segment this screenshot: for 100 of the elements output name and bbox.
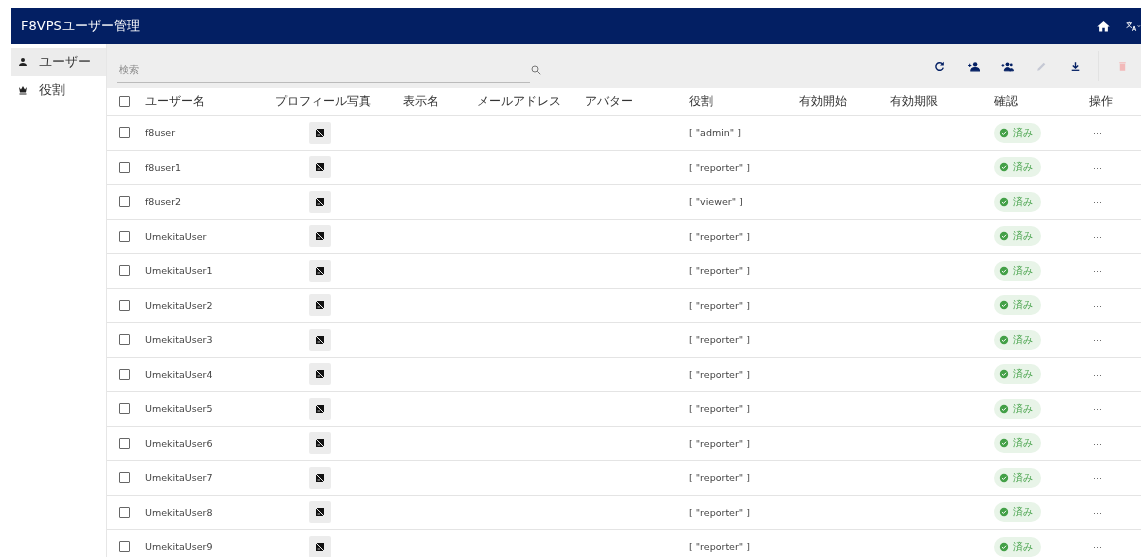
no-photo-icon <box>309 121 331 144</box>
verified-label: 済み <box>1013 505 1033 520</box>
more-button[interactable]: ··· <box>1089 438 1106 449</box>
username-cell: UmekitaUser9 <box>145 541 213 553</box>
more-button[interactable]: ··· <box>1089 266 1106 277</box>
no-photo-icon <box>309 328 331 351</box>
row-checkbox[interactable] <box>119 161 130 173</box>
role-cell: [ "reporter" ] <box>689 541 750 553</box>
row-checkbox[interactable] <box>119 506 130 518</box>
verified-label: 済み <box>1013 367 1033 382</box>
sidebar-item[interactable]: 役割 <box>11 76 106 104</box>
verified-label: 済み <box>1013 332 1033 347</box>
username-cell: UmekitaUser6 <box>145 437 213 449</box>
check-circle-icon <box>999 472 1009 483</box>
row-checkbox[interactable] <box>119 127 130 139</box>
search-icon <box>530 64 542 76</box>
role-cell: [ "reporter" ] <box>689 230 750 242</box>
home-icon[interactable] <box>1096 18 1111 34</box>
check-circle-icon <box>999 541 1009 552</box>
select-all-checkbox[interactable] <box>119 96 130 107</box>
check-circle-icon <box>999 507 1009 518</box>
username-cell: UmekitaUser3 <box>145 334 213 346</box>
check-circle-icon <box>999 162 1009 173</box>
role-cell: [ "reporter" ] <box>689 506 750 518</box>
username-cell: UmekitaUser <box>145 230 207 242</box>
role-cell: [ "reporter" ] <box>689 437 750 449</box>
verified-label: 済み <box>1013 436 1033 451</box>
verified-label: 済み <box>1013 229 1033 244</box>
role-cell: [ "reporter" ] <box>689 299 750 311</box>
username-cell: UmekitaUser4 <box>145 368 213 380</box>
no-photo-icon <box>309 225 331 248</box>
person-icon <box>17 56 29 68</box>
verified-label: 済み <box>1013 298 1033 313</box>
more-button[interactable]: ··· <box>1089 128 1106 139</box>
row-checkbox[interactable] <box>119 368 130 380</box>
no-photo-icon <box>309 190 331 213</box>
username-cell: f8user2 <box>145 196 182 208</box>
no-photo-icon <box>309 432 331 455</box>
role-cell: [ "viewer" ] <box>689 196 743 208</box>
more-button[interactable]: ··· <box>1089 369 1106 380</box>
verified-label: 済み <box>1013 470 1033 485</box>
role-cell: [ "reporter" ] <box>689 403 750 415</box>
column-header: ユーザー名 <box>145 94 205 108</box>
more-button[interactable]: ··· <box>1089 162 1106 173</box>
row-checkbox[interactable] <box>119 472 130 484</box>
no-photo-icon <box>309 466 331 489</box>
column-header: 役割 <box>689 94 713 108</box>
check-circle-icon <box>999 403 1009 414</box>
crown-icon <box>17 84 29 96</box>
more-button[interactable]: ··· <box>1089 300 1106 311</box>
check-circle-icon <box>999 127 1009 138</box>
row-checkbox[interactable] <box>119 437 130 449</box>
no-photo-icon <box>309 363 331 386</box>
more-button[interactable]: ··· <box>1089 404 1106 415</box>
row-checkbox[interactable] <box>119 334 130 346</box>
column-header: 確認 <box>994 94 1018 108</box>
username-cell: UmekitaUser8 <box>145 506 213 518</box>
column-header: メールアドレス <box>477 94 561 108</box>
row-checkbox[interactable] <box>119 299 130 311</box>
column-header: アバター <box>585 94 633 108</box>
username-cell: f8user <box>145 127 176 139</box>
row-checkbox[interactable] <box>119 196 130 208</box>
sidebar-item[interactable]: ユーザー <box>11 48 106 76</box>
username-cell: UmekitaUser1 <box>145 265 213 277</box>
check-circle-icon <box>999 369 1009 380</box>
add-group-icon <box>1000 59 1014 73</box>
more-button[interactable]: ··· <box>1089 335 1106 346</box>
no-photo-icon <box>309 535 331 557</box>
username-cell: f8user1 <box>145 161 182 173</box>
row-checkbox[interactable] <box>119 265 130 277</box>
column-header: 操作 <box>1089 94 1113 108</box>
more-button[interactable]: ··· <box>1089 507 1106 518</box>
more-button[interactable]: ··· <box>1089 197 1106 208</box>
check-circle-icon <box>999 334 1009 345</box>
more-button[interactable]: ··· <box>1089 542 1106 553</box>
row-checkbox[interactable] <box>119 230 130 242</box>
role-cell: [ "reporter" ] <box>689 368 750 380</box>
verified-label: 済み <box>1013 401 1033 416</box>
check-circle-icon <box>999 438 1009 449</box>
check-circle-icon <box>999 300 1009 311</box>
no-photo-icon <box>309 294 331 317</box>
role-cell: [ "reporter" ] <box>689 161 750 173</box>
search-field[interactable]: 検索 <box>117 57 530 83</box>
more-button[interactable]: ··· <box>1089 473 1106 484</box>
column-header: プロフィール写真 <box>275 94 371 108</box>
app-title: F8VPSユーザー管理 <box>21 17 141 35</box>
verified-label: 済み <box>1013 160 1033 175</box>
verified-label: 済み <box>1013 539 1033 554</box>
check-circle-icon <box>999 196 1009 207</box>
row-checkbox[interactable] <box>119 541 130 553</box>
more-button[interactable]: ··· <box>1089 231 1106 242</box>
column-header: 表示名 <box>403 94 439 108</box>
check-circle-icon <box>999 231 1009 242</box>
username-cell: UmekitaUser5 <box>145 403 213 415</box>
no-photo-icon <box>309 259 331 282</box>
no-photo-icon <box>309 397 331 420</box>
role-cell: [ "admin" ] <box>689 127 741 139</box>
add-person-icon <box>966 59 980 73</box>
row-checkbox[interactable] <box>119 403 130 415</box>
no-photo-icon <box>309 501 331 524</box>
